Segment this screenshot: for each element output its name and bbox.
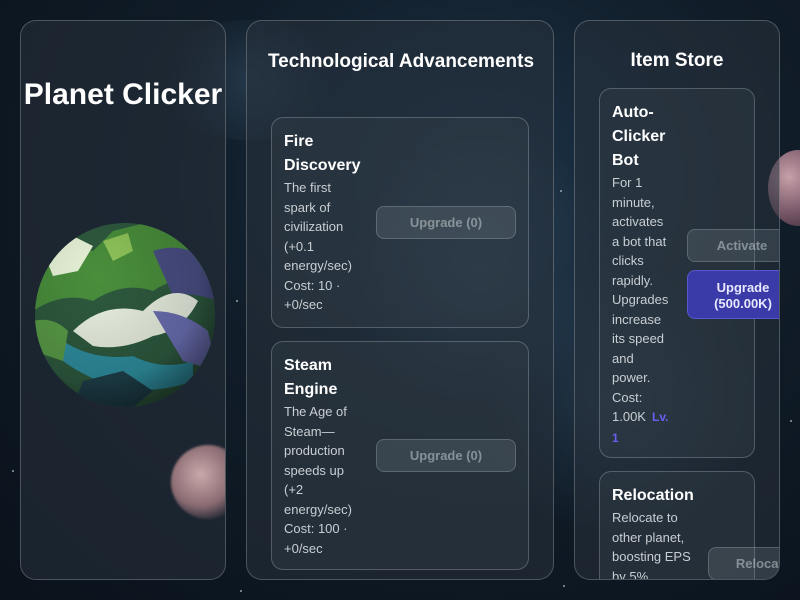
tech-description: The Age of Steam—production speeds up (+… xyxy=(284,404,352,517)
star xyxy=(236,300,238,302)
relocate-button[interactable]: Relocate xyxy=(708,547,779,579)
planet-click-target[interactable] xyxy=(33,221,217,407)
item-name: Auto-Clicker Bot xyxy=(612,104,666,169)
store-card-autoclicker: Auto-Clicker Bot For 1 minute, activates… xyxy=(599,88,779,458)
game-title: Planet Clicker xyxy=(23,78,223,111)
item-cost: Cost: 1.00K xyxy=(612,389,646,425)
star xyxy=(560,190,562,192)
item-description: Relocate to other planet, boosting EPS b… xyxy=(612,510,691,580)
item-description: For 1 minute, activates a bot that click… xyxy=(612,175,669,385)
tech-card-fire: Fire Discovery The first spark of civili… xyxy=(271,117,529,328)
tech-panel-title: Technological Advancements xyxy=(267,51,535,72)
upgrade-fire-button[interactable]: Upgrade (0) xyxy=(376,206,516,239)
activate-button[interactable]: Activate xyxy=(687,229,779,262)
tech-name: Steam Engine xyxy=(284,357,338,398)
star xyxy=(12,470,14,472)
upgrade-steam-button[interactable]: Upgrade (0) xyxy=(376,439,516,472)
tech-description: The first spark of civilization (+0.1 en… xyxy=(284,180,352,273)
store-panel-title: Item Store xyxy=(630,50,724,71)
moon xyxy=(171,445,225,519)
tech-card-steam: Steam Engine The Age of Steam—production… xyxy=(271,341,529,570)
star xyxy=(240,590,242,592)
star xyxy=(563,585,565,587)
tech-cost: Cost: 100 · +0/sec xyxy=(284,521,348,556)
tech-name: Fire Discovery xyxy=(284,133,361,174)
item-name: Relocation xyxy=(612,487,694,504)
item-cost-line: Cost: 1.00K Lv. 1 xyxy=(612,388,674,449)
tech-panel: Technological Advancements Fire Discover… xyxy=(246,20,554,580)
store-panel: Item Store Auto-Clicker Bot For 1 minute… xyxy=(574,20,780,580)
store-card-relocation: Relocation Relocate to other planet, boo… xyxy=(599,471,779,580)
planet-panel: Planet Clicker xyxy=(20,20,226,580)
star xyxy=(790,420,792,422)
upgrade-autoclicker-button[interactable]: Upgrade (500.00K) xyxy=(687,270,779,319)
tech-cost: Cost: 10 · +0/sec xyxy=(284,277,341,313)
